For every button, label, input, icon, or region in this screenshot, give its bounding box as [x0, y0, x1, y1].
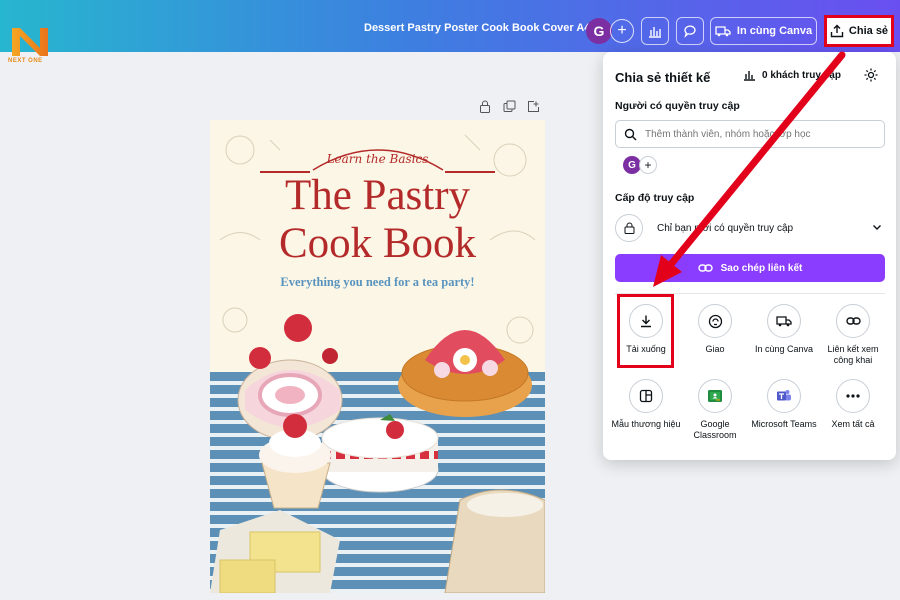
copy-link-button[interactable]: Sao chép liên kết [615, 254, 885, 282]
option-brand-template-label: Mẫu thương hiệu [611, 419, 681, 429]
option-print[interactable]: In cùng Canva [749, 304, 819, 355]
next-one-logo: NEXT ONE [6, 24, 60, 70]
top-bar: Dessert Pastry Poster Cook Book Cover A4… [0, 0, 900, 52]
print-label: In cùng Canva [736, 25, 813, 37]
print-with-canva-button[interactable]: In cùng Canva [710, 17, 817, 45]
share-upload-icon [830, 24, 844, 38]
bar-chart-icon [649, 27, 661, 38]
option-google-classroom[interactable]: Google Classroom [680, 379, 750, 440]
google-classroom-icon [708, 390, 722, 402]
logo-mark-icon [12, 28, 48, 56]
option-assign[interactable]: Giao [680, 304, 750, 355]
visitor-count[interactable]: 0 khách truy cập [743, 69, 841, 81]
option-public-link-label: Liên kết xem công khai [827, 344, 879, 365]
poster-subtitle: Everything you need for a tea party! [280, 275, 475, 289]
template-icon [639, 389, 653, 403]
gear-icon [864, 68, 878, 82]
truck-icon [715, 26, 731, 37]
add-collaborator-button[interactable]: + [610, 19, 634, 43]
lock-page-icon[interactable] [478, 99, 492, 113]
comment-button[interactable] [676, 17, 704, 45]
visitor-count-label: 0 khách truy cập [762, 69, 841, 81]
poster-title-line1: The Pastry [284, 172, 471, 219]
link-icon [845, 317, 861, 325]
lock-icon [615, 214, 643, 242]
option-print-label: In cùng Canva [754, 344, 814, 354]
share-label: Chia sẻ [848, 25, 889, 37]
people-access-label: Người có quyền truy cập [615, 100, 740, 112]
option-google-classroom-label: Google Classroom [693, 419, 737, 440]
option-see-all[interactable]: Xem tất cả [818, 379, 888, 430]
teams-icon [777, 390, 791, 401]
truck-icon [776, 316, 792, 327]
insights-button[interactable] [641, 17, 669, 45]
option-assign-label: Giao [705, 344, 725, 354]
search-icon [624, 128, 637, 140]
member-search[interactable] [615, 120, 885, 148]
access-level-dropdown[interactable]: Chỉ bạn mới có quyền truy cập [615, 212, 885, 244]
duplicate-page-icon[interactable] [502, 99, 516, 113]
link-icon [697, 264, 713, 272]
comment-icon [684, 25, 696, 38]
user-avatar[interactable]: G [586, 18, 612, 44]
page-tools [478, 99, 540, 113]
share-button[interactable]: Chia sẻ [824, 15, 894, 47]
copy-link-label: Sao chép liên kết [720, 262, 803, 274]
option-public-link[interactable]: Liên kết xem công khai [818, 304, 888, 365]
poster-canvas[interactable]: Learn the Basics The Pastry Cook Book Ev… [210, 120, 545, 593]
settings-button[interactable] [863, 67, 879, 88]
bar-chart-icon [744, 71, 755, 81]
access-level-label: Cấp độ truy cập [615, 192, 695, 204]
poster-tagline: Learn the Basics [326, 152, 429, 166]
assign-icon [708, 314, 722, 328]
option-brand-template[interactable]: Mẫu thương hiệu [611, 379, 681, 430]
add-page-icon[interactable] [526, 99, 540, 113]
download-highlight-box [617, 294, 674, 368]
document-title[interactable]: Dessert Pastry Poster Cook Book Cover A4 [364, 22, 590, 34]
add-member-button[interactable]: + [639, 156, 657, 174]
poster-title-line2: Cook Book [278, 220, 477, 267]
option-microsoft-teams-label: Microsoft Teams [751, 419, 817, 429]
logo-text: NEXT ONE [8, 58, 43, 64]
option-microsoft-teams[interactable]: Microsoft Teams [749, 379, 819, 430]
chevron-down-icon [873, 225, 881, 230]
access-level-value: Chỉ bạn mới có quyền truy cập [657, 222, 794, 234]
more-icon [846, 394, 860, 398]
share-panel: Chia sẻ thiết kế 0 khách truy cập Người … [603, 52, 896, 460]
share-panel-title: Chia sẻ thiết kế [615, 70, 711, 85]
option-see-all-label: Xem tất cả [831, 419, 875, 429]
member-search-input[interactable] [645, 128, 875, 140]
